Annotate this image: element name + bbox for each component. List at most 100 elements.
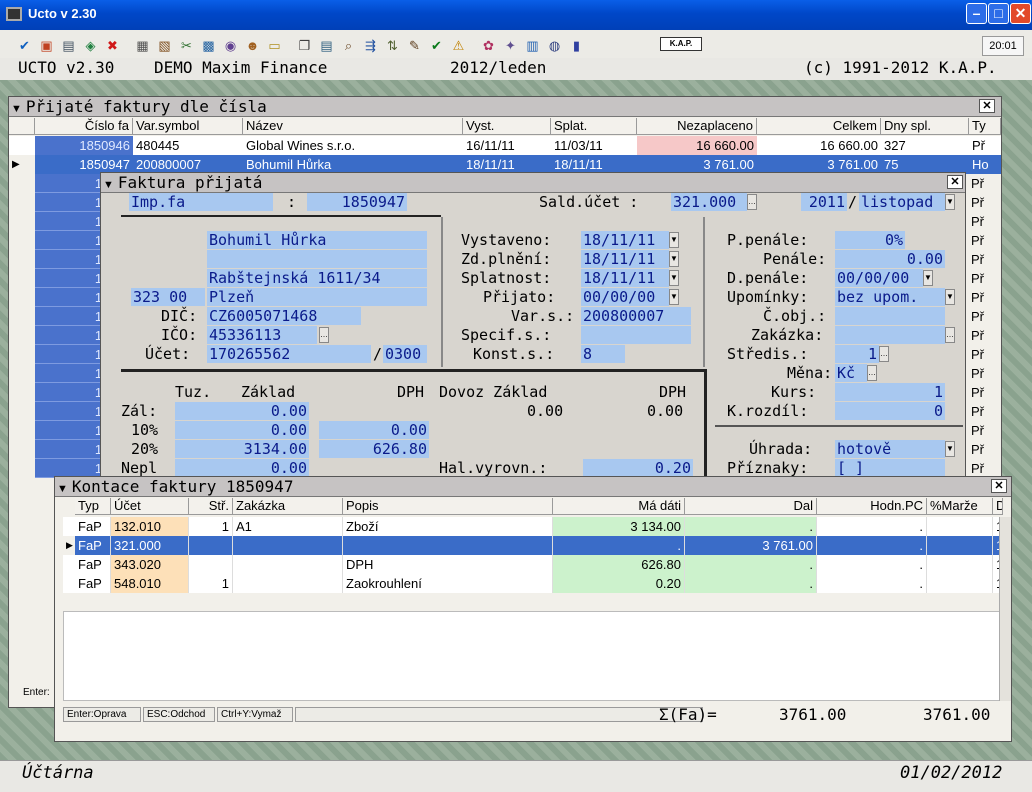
paste-icon[interactable]: ▧ [156,37,173,54]
bank-code-field[interactable]: 0300 [383,345,427,363]
vystaveno-dropdown[interactable]: ▼ [669,232,679,248]
maximize-button[interactable]: □ [988,3,1009,24]
doc-list-icon[interactable]: ▤ [318,37,335,54]
save-icon[interactable]: ▣ [38,37,55,54]
book-icon[interactable]: ▮ [568,37,585,54]
supplier-street-field[interactable]: Rabštejnská 1611/34 [207,269,427,287]
col-nezaplaceno[interactable]: Nezaplaceno [637,118,757,135]
uhrada-field[interactable]: hotově [835,440,945,458]
ss-field[interactable] [581,326,691,344]
month-dropdown-button[interactable]: ▼ [945,194,955,210]
palette-icon[interactable]: ✿ [480,37,497,54]
calc-icon[interactable]: ▩ [200,37,217,54]
upominky-dropdown[interactable]: ▼ [945,289,955,305]
kontace-row[interactable]: FaP343.020DPH626.80..1 [63,555,1003,574]
mena-field[interactable]: Kč [835,364,867,382]
ppenale-field[interactable]: 0% [835,231,905,249]
col-zakazka[interactable]: Zakázka [233,498,343,515]
edit-icon[interactable]: ✎ [406,37,423,54]
splatnost-field[interactable]: 18/11/11 [581,269,669,287]
uhrada-dropdown[interactable]: ▼ [945,441,955,457]
col-ucet[interactable]: Účet [111,498,189,515]
rate10-zaklad-field[interactable]: 0.00 [175,421,309,439]
minimize-button[interactable]: – [966,3,987,24]
copy-icon[interactable]: ▦ [134,37,151,54]
upominky-field[interactable]: bez upom. [835,288,945,306]
prijato-dropdown[interactable]: ▼ [669,289,679,305]
docs-icon[interactable]: ❐ [296,37,313,54]
kontace-scrollbar[interactable] [999,517,1011,701]
col-popis[interactable]: Popis [343,498,553,515]
supplier-line2-field[interactable] [207,250,427,268]
detail-titlebar[interactable]: ▼ Faktura přijatá ✕ [101,173,965,193]
globe-icon[interactable]: ◍ [546,37,563,54]
delete-icon[interactable]: ✖ [104,37,121,54]
zakazka-field[interactable] [835,326,945,344]
col-vyst[interactable]: Vyst. [463,118,551,135]
kontace-titlebar[interactable]: ▼ Kontace faktury 1850947 ✕ [55,477,1011,497]
print-icon[interactable]: ◈ [82,37,99,54]
search-people-icon[interactable]: ◉ [222,37,239,54]
cobj-field[interactable] [835,307,945,325]
col-vs[interactable]: Var.symbol [133,118,243,135]
col-str[interactable]: Stř. [189,498,233,515]
col-madati[interactable]: Má dáti [553,498,685,515]
warning-icon[interactable]: ⚠ [450,37,467,54]
priznaky-field[interactable]: [ ] [835,459,945,477]
year-field[interactable]: 2011 [801,193,847,211]
ico-lookup-button[interactable]: … [319,327,329,343]
kontace-close-button[interactable]: ✕ [991,479,1007,493]
confirm-icon[interactable]: ✔ [428,37,445,54]
dpenale-field[interactable]: 00/00/00 [835,269,923,287]
kurs-field[interactable]: 1 [835,383,945,401]
rate10-dph-field[interactable]: 0.00 [319,421,429,439]
zdpl-field[interactable]: 18/11/11 [581,250,669,268]
detail-close-button[interactable]: ✕ [947,175,963,189]
mena-lookup[interactable]: … [867,365,877,381]
penale-field[interactable]: 0.00 [835,250,945,268]
kontace-row[interactable]: FaP132.0101A1Zboží3 134.00..1 [63,517,1003,536]
supplier-city-field[interactable]: Plzeň [207,288,427,306]
col-nazev[interactable]: Název [243,118,463,135]
zoom-icon[interactable]: ⌕ [340,37,357,54]
invoice-type-field[interactable]: Imp.fa [129,193,273,211]
vs-field[interactable]: 200800007 [581,307,691,325]
table-row[interactable]: 1850946 480445 Global Wines s.r.o. 16/11… [9,136,1001,155]
kontace-row-selected[interactable]: ▶FaP321.000.3 761.00.1 [63,536,1003,555]
col-celkem[interactable]: Celkem [757,118,881,135]
dic-field[interactable]: CZ6005071468 [207,307,361,325]
rate20-dph-field[interactable]: 626.80 [319,440,429,458]
filter-icon[interactable]: ⇶ [362,37,379,54]
col-cislo[interactable]: Číslo fa [35,118,133,135]
new-doc-icon[interactable]: ▤ [60,37,77,54]
sort-icon[interactable]: ⇅ [384,37,401,54]
col-marze[interactable]: %Marže [927,498,993,515]
folder-icon[interactable]: ▭ [266,37,283,54]
users-icon[interactable]: ☻ [244,37,261,54]
splatnost-dropdown[interactable]: ▼ [669,270,679,286]
calendar-icon[interactable]: ▥ [524,37,541,54]
col-hodnpc[interactable]: Hodn.PC [817,498,927,515]
invoice-number-field[interactable]: 1850947 [307,193,407,211]
col-typ[interactable]: Ty [969,118,1001,135]
halv-field[interactable]: 0.20 [583,459,693,477]
nepl-zaklad-field[interactable]: 0.00 [175,459,309,477]
krozdil-field[interactable]: 0 [835,402,945,420]
rate20-zaklad-field[interactable]: 3134.00 [175,440,309,458]
sald-field[interactable]: 321.000 [671,193,747,211]
col-dal[interactable]: Dal [685,498,817,515]
prijato-field[interactable]: 00/00/00 [581,288,669,306]
col-d[interactable]: D [993,498,1003,515]
month-field[interactable]: listopad [859,193,945,211]
vystaveno-field[interactable]: 18/11/11 [581,231,669,249]
stredis-field[interactable]: 1 [835,345,879,363]
col-dny[interactable]: Dny spl. [881,118,969,135]
close-button[interactable]: ✕ [1010,3,1031,24]
ucet-field[interactable]: 170265562 [207,345,371,363]
col-splat[interactable]: Splat. [551,118,637,135]
kontace-row[interactable]: FaP548.0101Zaokrouhlení0.20..1 [63,574,1003,593]
cut-icon[interactable]: ✂ [178,37,195,54]
zal-zaklad-field[interactable]: 0.00 [175,402,309,420]
invoice-list-titlebar[interactable]: ▼ Přijaté faktury dle čísla ✕ [9,97,1001,117]
window-title-bar[interactable]: Ucto v 2.30 – □ ✕ [0,0,1032,30]
